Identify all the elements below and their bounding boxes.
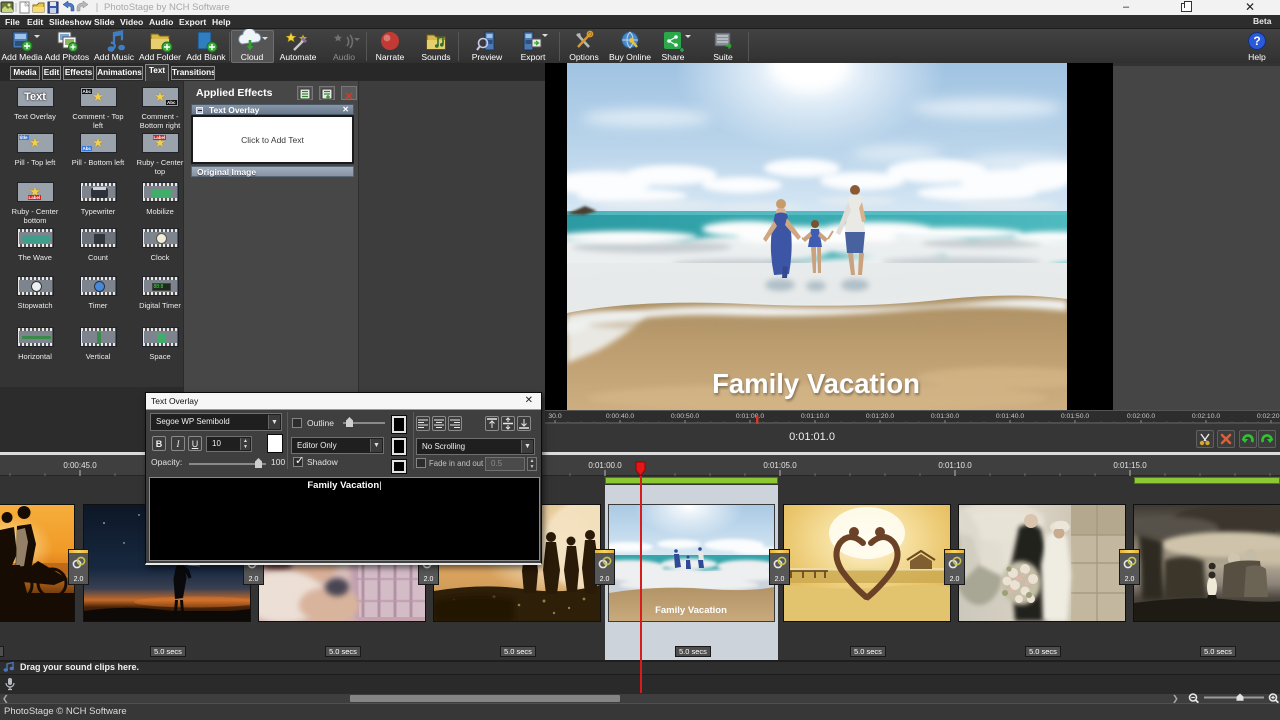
- svg-text:0:00:40.0: 0:00:40.0: [606, 413, 635, 420]
- svg-text:Family Vacation: Family Vacation: [712, 368, 920, 399]
- svg-text:0:01:00.0: 0:01:00.0: [736, 413, 765, 420]
- svg-text:0:01:15.0: 0:01:15.0: [1113, 461, 1147, 470]
- svg-text:0:01:30.0: 0:01:30.0: [931, 413, 960, 420]
- svg-text:Family Vacation: Family Vacation: [655, 605, 727, 616]
- svg-text:0:02:20.0: 0:02:20.0: [1257, 413, 1280, 420]
- svg-text:30.0: 30.0: [548, 413, 561, 420]
- svg-text:0:01:40.0: 0:01:40.0: [996, 413, 1025, 420]
- svg-text:0:01:05.0: 0:01:05.0: [763, 461, 797, 470]
- svg-text:0:02:00.0: 0:02:00.0: [1127, 413, 1156, 420]
- svg-text:0:01:10.0: 0:01:10.0: [938, 461, 972, 470]
- svg-text:0:00:45.0: 0:00:45.0: [63, 461, 97, 470]
- svg-text:0:00:50.0: 0:00:50.0: [671, 413, 700, 420]
- svg-text:0:02:10.0: 0:02:10.0: [1192, 413, 1221, 420]
- svg-text:0:01:50.0: 0:01:50.0: [1061, 413, 1090, 420]
- svg-text:0:01:20.0: 0:01:20.0: [866, 413, 895, 420]
- svg-text:0:01:10.0: 0:01:10.0: [801, 413, 830, 420]
- svg-text:?: ?: [1253, 34, 1260, 48]
- svg-text:0:01:00.0: 0:01:00.0: [588, 461, 622, 470]
